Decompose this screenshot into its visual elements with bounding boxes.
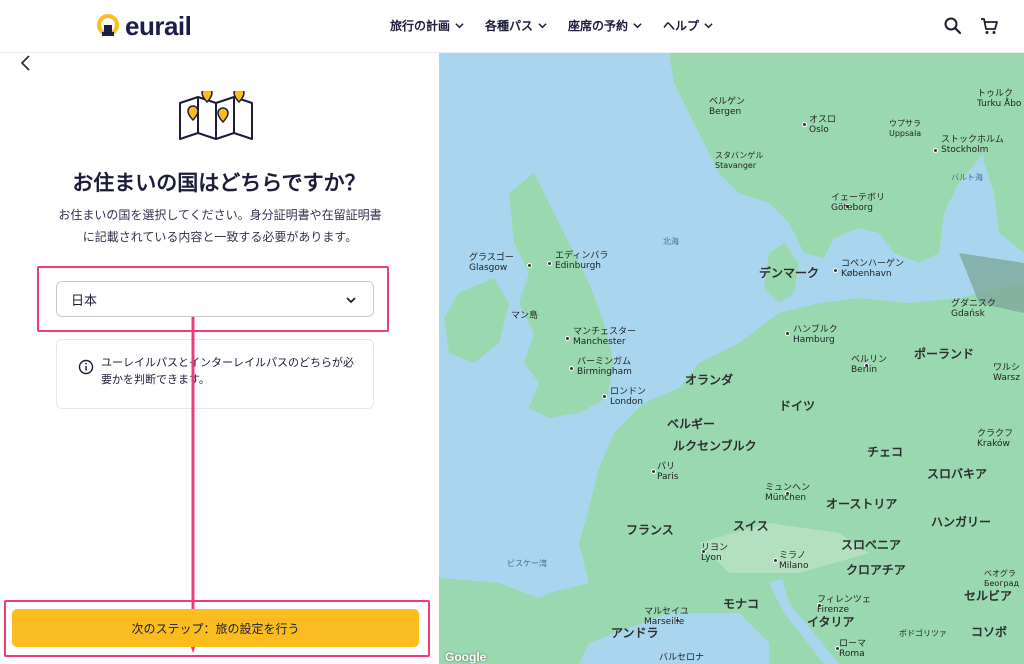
city-label: ウプサラ Uppsala <box>889 119 922 138</box>
sea-label: バルト海 <box>951 173 983 182</box>
country-label: スロバキア <box>927 467 988 481</box>
city-dot <box>651 469 656 474</box>
country-label: ドイツ <box>779 399 816 413</box>
country-label: デンマーク <box>759 266 820 280</box>
city-label: ロンドン London <box>610 387 647 407</box>
nav-label: 座席の予約 <box>568 19 629 33</box>
country-select-value: 日本 <box>71 293 98 309</box>
city-label: コペンハーゲン København <box>841 259 905 279</box>
city-label: ワルシ Warsz <box>993 363 1021 383</box>
city-label: ベルゲン Bergen <box>709 97 746 117</box>
city-label: リヨン Lyon <box>701 543 729 563</box>
city-dot <box>569 366 574 371</box>
city-label: エディンバラ Edinburgh <box>555 251 609 271</box>
city-label: オスロ Oslo <box>809 115 837 135</box>
info-text: ユーレイルパスとインターレイルパスのどちらが必要かを判断できます。 <box>101 356 354 386</box>
city-label: クラクフ Kraków <box>977 429 1014 449</box>
nav-passes[interactable]: 各種パス <box>485 17 547 34</box>
country-label: スイス <box>733 519 769 533</box>
city-label: ミラノ Milano <box>779 551 809 571</box>
nav-label: ヘルプ <box>663 19 700 33</box>
city-label: ローマ Roma <box>839 639 867 659</box>
city-dot <box>527 263 532 268</box>
info-icon <box>78 359 94 375</box>
city-dot <box>833 268 838 273</box>
city-label: ボドゴリツァ <box>899 629 947 638</box>
country-label: ハンガリー <box>931 515 992 529</box>
city-label: パリ Paris <box>657 462 679 482</box>
country-label: オランダ <box>685 373 734 387</box>
country-label: アンドラ <box>611 626 659 640</box>
sea-label: ビスケー湾 <box>507 559 547 568</box>
page-description: お住まいの国を選択してください。身分証明書や在留証明書に記載されている内容と一致… <box>58 208 382 244</box>
city-dot <box>802 122 807 127</box>
country-label: ルクセンブルク <box>673 439 757 453</box>
city-label: マンチェスター Manchester <box>573 327 637 347</box>
next-step-button[interactable]: 次のステップ：旅の設定を行う <box>12 609 419 647</box>
site-header: eurail 旅行の計画 各種パス 座席の予約 ヘルプ <box>0 0 1024 53</box>
city-dot <box>933 148 938 153</box>
country-label: チェコ <box>867 445 904 459</box>
folded-map-icon <box>179 91 253 140</box>
country-label: ポーランド <box>914 347 975 361</box>
country-label: フランス <box>626 523 674 537</box>
search-icon[interactable] <box>943 16 963 36</box>
nav-travel-planning[interactable]: 旅行の計画 <box>390 17 464 34</box>
logo-text: eurail <box>125 10 192 41</box>
google-attribution[interactable]: Google <box>445 650 486 664</box>
europe-map[interactable]: 北海 バルト海 ビスケー湾 デンマーク オランダ ドイツ ベルギー ルクセンブル… <box>439 53 1024 664</box>
city-label: ベルリン Berlin <box>851 355 888 375</box>
city-label: マン島 <box>511 311 539 321</box>
page-title: お住まいの国はどちらですか？ <box>72 171 366 195</box>
country-label: セルビア <box>964 589 1013 603</box>
country-select[interactable]: 日本 <box>56 281 374 317</box>
city-label: マルセイユ Marseille <box>644 607 689 627</box>
city-label: グダニスク Gdańsk <box>951 299 997 319</box>
city-label: バルセロナ <box>659 653 705 663</box>
city-label: グラスゴー Glasgow <box>469 253 514 273</box>
city-label: ハンブルク Hamburg <box>793 325 838 345</box>
main-nav: 旅行の計画 各種パス 座席の予約 ヘルプ <box>390 17 734 34</box>
city-label: イェーテボリ Göteborg <box>831 193 886 213</box>
eurail-logo[interactable]: eurail <box>95 10 192 41</box>
nav-label: 各種パス <box>485 19 534 33</box>
chevron-down-icon <box>704 23 713 29</box>
chevron-down-icon <box>633 23 642 29</box>
country-label: ベルギー <box>667 417 716 431</box>
country-label: クロアチア <box>846 563 906 577</box>
country-label: スロベニア <box>841 538 902 552</box>
country-label: イタリア <box>807 615 855 629</box>
chevron-down-icon <box>455 23 464 29</box>
city-label: スタバンゲル Stavanger <box>715 151 764 170</box>
city-dot <box>785 331 790 336</box>
city-label: バーミンガム Birmingham <box>577 357 632 377</box>
city-label: トゥルク Turku Åbo <box>977 89 1022 109</box>
info-box: ユーレイルパスとインターレイルパスのどちらが必要かを判断できます。 <box>56 339 374 409</box>
city-label: フィレンツェ Firenze <box>817 595 871 615</box>
city-label: ミュンヘン München <box>765 483 811 503</box>
back-arrow-icon[interactable] <box>16 53 36 73</box>
country-label: モナコ <box>723 597 760 611</box>
city-dot <box>602 394 607 399</box>
nav-label: 旅行の計画 <box>390 19 451 33</box>
chevron-down-icon <box>538 23 547 29</box>
city-label: ベオグラ Београд <box>984 569 1020 588</box>
logo-icon <box>97 14 119 36</box>
country-panel: お住まいの国はどちらですか？ お住まいの国を選択してください。身分証明書や在留証… <box>0 53 438 664</box>
sea-label: 北海 <box>663 237 679 246</box>
city-dot <box>773 558 778 563</box>
chevron-down-icon <box>346 297 356 304</box>
city-label: ストックホルム Stockholm <box>941 135 1004 155</box>
country-label: オーストリア <box>826 497 898 511</box>
city-dot <box>565 336 570 341</box>
country-label: コソボ <box>971 625 1008 639</box>
city-dot <box>547 261 552 266</box>
cart-icon[interactable] <box>979 16 999 36</box>
nav-help[interactable]: ヘルプ <box>663 17 713 34</box>
nav-seat-reservation[interactable]: 座席の予約 <box>568 17 642 34</box>
